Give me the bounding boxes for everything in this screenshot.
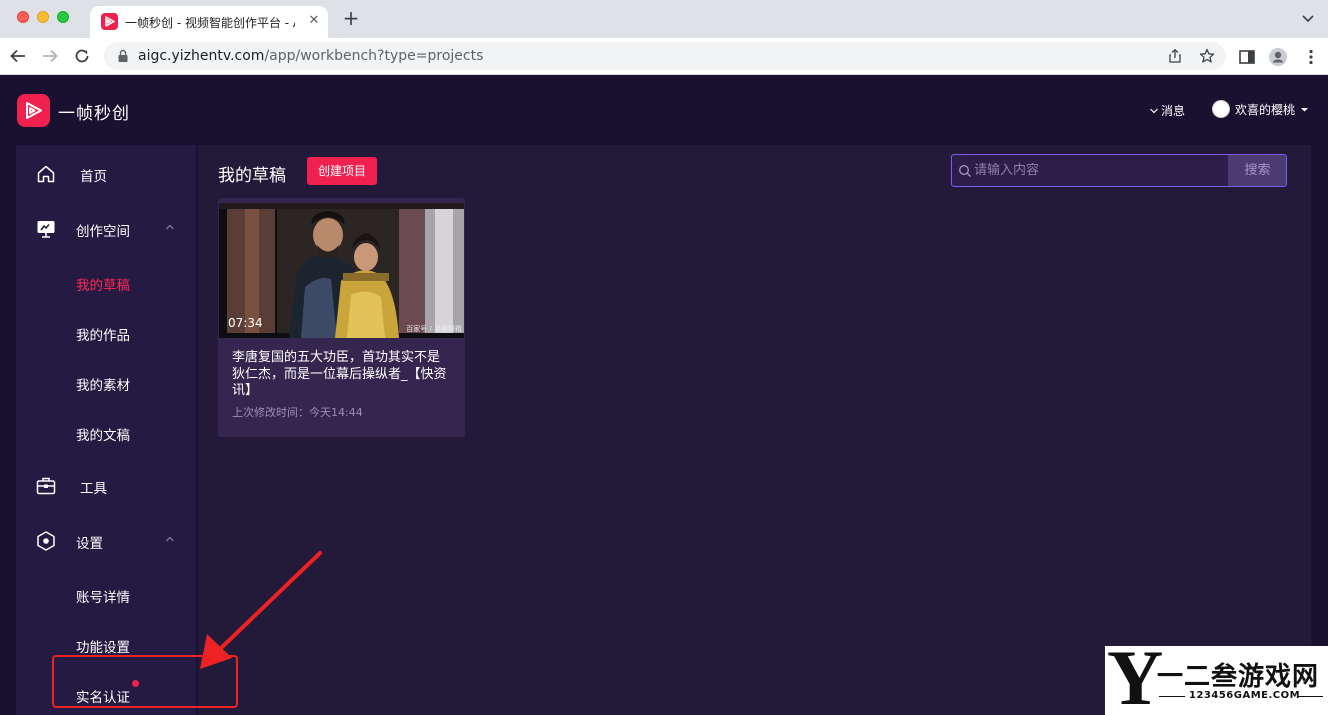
tab-close-icon[interactable]: ✕ — [306, 13, 322, 29]
sidebar-item-feature-settings[interactable]: 功能设置 — [76, 636, 130, 656]
sidebar-item-tools[interactable]: 工具 — [16, 468, 196, 502]
user-name: 欢喜的樱桃 — [1235, 102, 1296, 117]
annotation-highlight-box — [52, 655, 238, 708]
thumbnail-caption: 百家号 / 寻根拜祖 — [406, 325, 462, 333]
bookmark-star-icon[interactable] — [1199, 48, 1215, 64]
video-thumbnail[interactable]: 07:34 百家号 / 寻根拜祖 — [219, 203, 464, 338]
reload-icon[interactable] — [73, 47, 91, 65]
browser-menu-icon[interactable] — [1301, 47, 1321, 67]
sidebar-item-creation-space[interactable]: 创作空间 — [16, 211, 196, 245]
window-minimize-button[interactable] — [37, 11, 49, 23]
video-duration: 07:34 — [228, 316, 263, 330]
forward-arrow-icon[interactable] — [41, 47, 59, 65]
tab-title: 一帧秒创 - 视频智能创作平台 - A — [125, 16, 295, 30]
chevron-up-icon — [166, 224, 174, 230]
messages-label: 消息 — [1161, 104, 1186, 118]
browser-tab-active[interactable]: 一帧秒创 - 视频智能创作平台 - A ✕ — [90, 6, 328, 38]
toolbox-icon — [36, 477, 56, 495]
back-arrow-icon[interactable] — [9, 47, 27, 65]
search-button[interactable]: 搜索 — [1228, 155, 1286, 186]
monitor-icon — [37, 221, 55, 238]
tab-search-chevron-icon[interactable] — [1300, 10, 1316, 26]
watermark-brand: 一二叁游戏网 — [1157, 662, 1320, 692]
home-icon — [37, 165, 55, 183]
sidebar-item-settings[interactable]: 设置 — [16, 523, 196, 557]
user-menu[interactable]: 欢喜的樱桃 — [1212, 100, 1309, 118]
chevron-up-icon — [166, 536, 174, 542]
sidebar-item-label: 首页 — [80, 169, 107, 185]
app-logo-icon[interactable] — [17, 94, 50, 127]
site-watermark: Y 一二叁游戏网 123456GAME.COM — [1105, 639, 1328, 715]
sidebar-item-label: 设置 — [76, 536, 103, 552]
create-project-button[interactable]: 创建项目 — [307, 157, 377, 185]
sidebar-item-my-drafts[interactable]: 我的草稿 — [76, 274, 130, 294]
profile-icon[interactable] — [1268, 47, 1288, 67]
share-icon[interactable] — [1167, 48, 1183, 64]
watermark-rule-right — [1297, 696, 1323, 697]
sidebar-item-home[interactable]: 首页 — [16, 156, 196, 190]
new-tab-button[interactable]: + — [341, 8, 361, 28]
lock-icon[interactable] — [117, 49, 129, 63]
draft-card[interactable]: 07:34 百家号 / 寻根拜祖 李唐复国的五大功臣，首功其实不是狄仁杰，而是一… — [218, 198, 465, 437]
search-input[interactable] — [974, 155, 1226, 186]
browser-toolbar: aigc.yizhentv.com/app/workbench?type=pro… — [0, 38, 1328, 75]
site-favicon-icon — [101, 13, 118, 30]
sidebar: 首页 创作空间 我的草稿 我的作品 我的素材 我的文稿 工具 设置 账号详情 功… — [16, 145, 196, 715]
sidebar-item-my-scripts[interactable]: 我的文稿 — [76, 424, 130, 444]
settings-hexagon-icon — [37, 531, 55, 551]
sidebar-item-label: 工具 — [80, 481, 107, 497]
chevron-down-icon — [1150, 108, 1158, 113]
messages-button[interactable]: 消息 — [1149, 102, 1185, 119]
main-content: 我的草稿 创建项目 搜索 — [198, 145, 1311, 715]
window-close-button[interactable] — [17, 11, 29, 23]
user-avatar[interactable] — [1212, 100, 1230, 118]
page-title: 我的草稿 — [218, 166, 286, 186]
search-bar: 搜索 — [951, 154, 1287, 187]
draft-card-modified-time: 上次修改时间：今天14:44 — [232, 406, 363, 419]
sidebar-item-my-works[interactable]: 我的作品 — [76, 324, 130, 344]
sidebar-item-account-details[interactable]: 账号详情 — [76, 586, 130, 606]
window-zoom-button[interactable] — [57, 11, 69, 23]
caret-down-icon — [1301, 107, 1309, 111]
watermark-letter: Y — [1107, 634, 1164, 715]
app-logo-text[interactable]: 一帧秒创 — [58, 99, 130, 124]
side-panel-icon[interactable] — [1237, 47, 1257, 67]
search-icon — [959, 165, 971, 177]
watermark-rule-left — [1159, 696, 1185, 697]
browser-tab-bar: 一帧秒创 - 视频智能创作平台 - A ✕ + — [0, 0, 1328, 38]
url-text[interactable]: aigc.yizhentv.com/app/workbench?type=pro… — [138, 48, 483, 64]
address-bar[interactable]: aigc.yizhentv.com/app/workbench?type=pro… — [104, 42, 1226, 70]
sidebar-item-label: 创作空间 — [76, 224, 130, 240]
sidebar-item-my-materials[interactable]: 我的素材 — [76, 374, 130, 394]
draft-card-title[interactable]: 李唐复国的五大功臣，首功其实不是狄仁杰，而是一位幕后操纵者_【快资讯】 — [232, 350, 452, 400]
watermark-url: 123456GAME.COM — [1189, 690, 1301, 701]
app-root: 一帧秒创 消息 欢喜的樱桃 首页 创作空间 我的草稿 我的作品 我的素材 我的文… — [0, 75, 1328, 715]
